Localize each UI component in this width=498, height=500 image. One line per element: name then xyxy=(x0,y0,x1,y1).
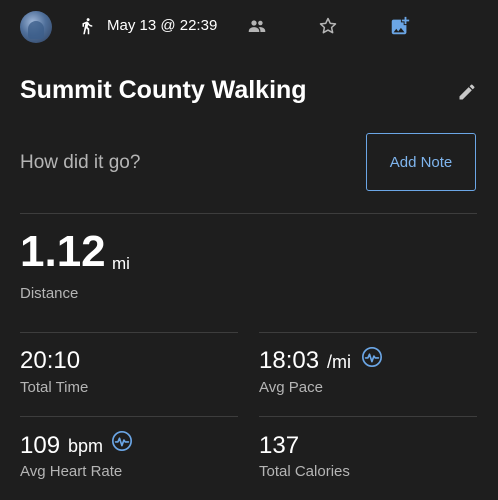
avg-pace-value: 18:03 xyxy=(259,347,320,374)
edit-icon[interactable] xyxy=(457,82,477,102)
distance-unit: mi xyxy=(112,254,130,273)
total-time-value: 20:10 xyxy=(20,347,81,374)
avg-pace-unit: /mi xyxy=(327,352,351,372)
divider xyxy=(20,416,238,417)
avg-heart-rate-unit: bpm xyxy=(68,436,104,456)
total-calories-label: Total Calories xyxy=(259,463,350,480)
divider xyxy=(20,332,238,333)
divider xyxy=(259,416,477,417)
add-note-button[interactable]: Add Note xyxy=(366,133,476,191)
avatar[interactable] xyxy=(20,11,52,43)
distance-value: 1.12 xyxy=(20,227,106,276)
avg-pace-label: Avg Pace xyxy=(259,379,323,396)
star-icon[interactable] xyxy=(318,16,338,36)
pulse-chart-icon[interactable] xyxy=(361,346,383,368)
distance-label: Distance xyxy=(20,285,79,302)
people-icon[interactable] xyxy=(248,19,266,33)
walk-icon xyxy=(82,18,93,35)
total-calories-value: 137 xyxy=(259,432,300,459)
activity-title: Summit County Walking xyxy=(20,76,307,104)
add-photo-icon[interactable] xyxy=(389,15,411,37)
note-prompt[interactable]: How did it go? xyxy=(20,152,140,174)
activity-date: May 13 @ 22:39 xyxy=(107,17,218,34)
pulse-chart-icon[interactable] xyxy=(111,430,133,452)
divider xyxy=(259,332,477,333)
total-time-label: Total Time xyxy=(20,379,89,396)
avg-heart-rate-value: 109 xyxy=(20,432,61,459)
avg-heart-rate-label: Avg Heart Rate xyxy=(20,463,123,480)
divider xyxy=(20,213,477,214)
